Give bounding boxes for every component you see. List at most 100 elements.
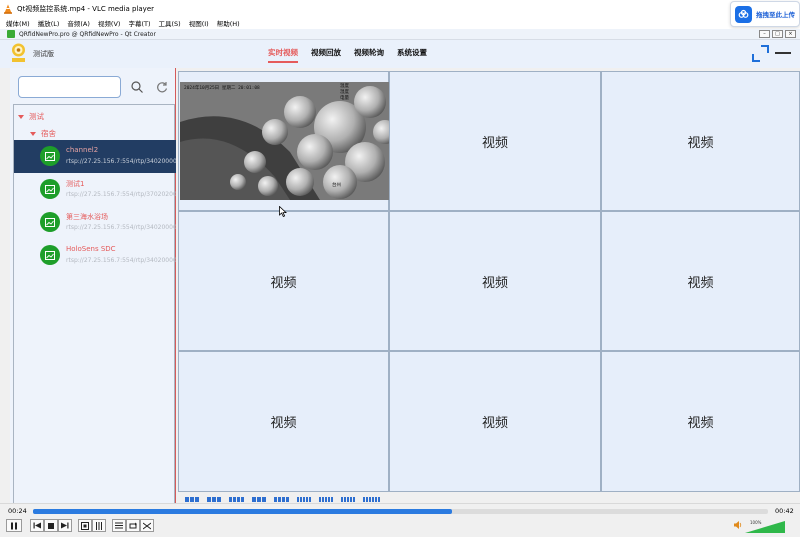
- qt-creator-title: QRfidNewPro.pro @ QRfidNewPro - Qt Creat…: [19, 30, 156, 38]
- layout-4-icon[interactable]: [207, 497, 222, 502]
- video-grid: 2024年10月25日 星期二 20:01:08 温度 湿度 电量 台州 视频 …: [178, 71, 800, 492]
- tree-root[interactable]: 测试: [18, 111, 44, 122]
- layout-13-icon[interactable]: [297, 497, 312, 502]
- shuffle-icon: [143, 522, 151, 529]
- layout-6-icon[interactable]: [229, 497, 245, 502]
- pause-icon: [11, 522, 17, 529]
- volume-label: 100%: [750, 520, 762, 525]
- search-input[interactable]: [18, 76, 121, 98]
- loop-button[interactable]: [126, 519, 140, 532]
- video-placeholder: 视频: [687, 275, 714, 291]
- video-cell[interactable]: 视频: [389, 71, 601, 211]
- volume-icon[interactable]: [734, 521, 742, 529]
- tree-group-label: 宿舍: [41, 129, 56, 138]
- vlc-title-bar: Qt视频监控系统.mp4 - VLC media player: [0, 0, 800, 17]
- vlc-cone-icon: [3, 4, 13, 14]
- live-video-frame[interactable]: 2024年10月25日 星期二 20:01:08 温度 湿度 电量 台州: [180, 82, 389, 200]
- qt-creator-icon: [7, 30, 15, 38]
- video-placeholder: 视频: [687, 135, 714, 151]
- channel-name: 测试1: [66, 180, 85, 188]
- layout-9-icon[interactable]: [274, 497, 290, 502]
- next-button[interactable]: [58, 519, 72, 532]
- video-placeholder: 视频: [270, 275, 297, 291]
- tab-system-settings[interactable]: 系统设置: [397, 47, 427, 63]
- tab-video-polling[interactable]: 视频轮询: [354, 47, 384, 63]
- channel-item[interactable]: HoloSens SDC rtsp://27.25.156.7:554/rtp/…: [14, 239, 176, 272]
- menu-audio[interactable]: 音频(A): [67, 18, 90, 28]
- pause-button[interactable]: [6, 519, 22, 532]
- camera-image-icon: [40, 179, 60, 199]
- layout-1-icon[interactable]: [185, 497, 200, 502]
- playlist-button[interactable]: [112, 519, 126, 532]
- channel-item[interactable]: 第三海水浴场 rtsp://27.25.156.7:554/rtp/340200…: [14, 206, 176, 239]
- video-cell[interactable]: 视频: [178, 211, 389, 351]
- window-close-button[interactable]: ×: [785, 30, 796, 38]
- tree-root-label: 测试: [29, 112, 44, 121]
- video-placeholder: 视频: [481, 135, 508, 151]
- tab-video-playback[interactable]: 视频回放: [311, 47, 341, 63]
- loop-icon: [129, 522, 137, 528]
- playlist-icon: [115, 522, 123, 529]
- video-placeholder: 视频: [481, 275, 508, 291]
- app-logo-icon: [12, 43, 25, 62]
- channel-url: rtsp://27.25.156.7:554/rtp/37020200: [66, 191, 176, 198]
- channel-name: channel2: [66, 146, 99, 154]
- cloud-upload-icon: [735, 5, 752, 23]
- window-buttons: – □ ×: [757, 30, 796, 38]
- video-cell-live[interactable]: 2024年10月25日 星期二 20:01:08 温度 湿度 电量 台州: [178, 71, 389, 211]
- search-icon[interactable]: [130, 80, 144, 94]
- minimize-icon[interactable]: [775, 52, 791, 54]
- video-placeholder: 视频: [270, 416, 297, 431]
- app-header: 测试版 实时视频 视频回放 视频轮询 系统设置: [0, 40, 800, 68]
- stop-button[interactable]: [44, 519, 58, 532]
- video-placeholder: 视频: [481, 416, 508, 431]
- fullscreen-icon[interactable]: [752, 45, 769, 62]
- refresh-icon[interactable]: [155, 80, 169, 94]
- qt-creator-caption: QRfidNewPro.pro @ QRfidNewPro - Qt Creat…: [0, 29, 800, 40]
- menu-playback[interactable]: 播放(L): [38, 18, 60, 28]
- vlc-window-title: Qt视频监控系统.mp4 - VLC media player: [17, 4, 155, 13]
- layout-8-icon[interactable]: [252, 497, 267, 502]
- video-placeholder: 视频: [687, 416, 714, 431]
- extended-settings-button[interactable]: [92, 519, 106, 532]
- menu-tools[interactable]: 工具(S): [159, 18, 181, 28]
- video-cell[interactable]: 视频: [389, 351, 601, 492]
- device-panel: 测试 宿舍 channel2 rtsp://27.25.156.7:554/rt…: [10, 68, 176, 506]
- fullscreen-toggle-icon: [81, 521, 89, 530]
- fullscreen-button[interactable]: [78, 519, 92, 532]
- menu-media[interactable]: 媒体(M): [6, 18, 30, 28]
- window-minimize-button[interactable]: –: [759, 30, 770, 38]
- channel-item[interactable]: channel2 rtsp://27.25.156.7:554/rtp/3402…: [14, 140, 176, 173]
- video-cell[interactable]: 视频: [178, 351, 389, 492]
- video-cell[interactable]: 视频: [601, 351, 800, 492]
- time-total: 00:42: [775, 507, 794, 515]
- screen: Qt视频监控系统.mp4 - VLC media player 媒体(M) 播放…: [0, 0, 800, 537]
- layout-36-icon[interactable]: [363, 497, 381, 502]
- seek-bar[interactable]: [33, 509, 768, 514]
- expand-arrow-icon: [30, 131, 36, 136]
- menu-help[interactable]: 帮助(H): [217, 18, 240, 28]
- video-cell[interactable]: 视频: [601, 71, 800, 211]
- mouse-cursor-icon: [279, 206, 287, 217]
- video-cell[interactable]: 视频: [389, 211, 601, 351]
- upload-badge[interactable]: 拖拽至此上传: [730, 1, 800, 27]
- window-maximize-button[interactable]: □: [772, 30, 783, 38]
- vlc-menu-bar: 媒体(M) 播放(L) 音频(A) 视频(V) 字幕(T) 工具(S) 视图(I…: [0, 17, 800, 29]
- skip-previous-icon: [33, 522, 41, 529]
- shuffle-button[interactable]: [140, 519, 154, 532]
- previous-button[interactable]: [30, 519, 44, 532]
- menu-video[interactable]: 视频(V): [98, 18, 121, 28]
- layout-switcher: [185, 497, 388, 502]
- video-cell[interactable]: 视频: [601, 211, 800, 351]
- tab-live-video[interactable]: 实时视频: [268, 47, 298, 63]
- menu-subtitle[interactable]: 字幕(T): [128, 18, 150, 28]
- menu-view[interactable]: 视图(I): [189, 18, 209, 28]
- skip-next-icon: [61, 522, 69, 529]
- tree-group[interactable]: 宿舍: [30, 128, 56, 139]
- layout-25-icon[interactable]: [341, 497, 356, 502]
- seek-bar-fill: [33, 509, 452, 514]
- channel-item[interactable]: 测试1 rtsp://27.25.156.7:554/rtp/37020200: [14, 173, 176, 206]
- camera-feed-image: [180, 82, 389, 200]
- camera-image-icon: [40, 146, 60, 166]
- layout-16-icon[interactable]: [319, 497, 334, 502]
